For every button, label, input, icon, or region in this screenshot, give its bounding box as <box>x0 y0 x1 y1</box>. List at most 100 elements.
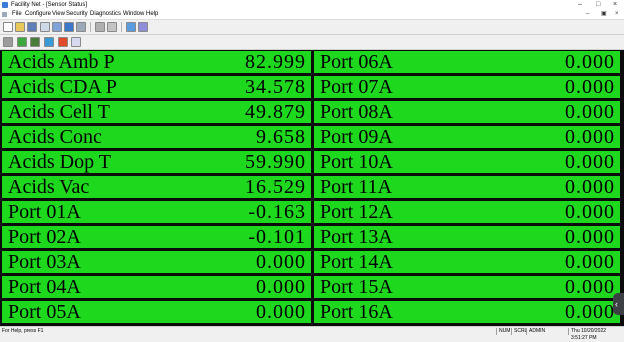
new-icon[interactable] <box>3 22 13 32</box>
sensor-value: 16.529 <box>245 176 306 198</box>
chevron-left-icon: ‹ <box>615 299 618 309</box>
child-restore-button[interactable]: ▣ <box>601 10 607 19</box>
sensor-name: Port 14A <box>320 251 393 273</box>
sensor-name: Port 09A <box>320 126 393 148</box>
sensor-value: 82.999 <box>245 51 306 73</box>
menu-diagnostics[interactable]: Diagnostics <box>90 10 121 19</box>
sensor-name: Port 02A <box>8 226 81 248</box>
sensor-cell[interactable]: Port 01A -0.163 <box>2 201 311 223</box>
user-indicator: ADMIN <box>526 328 545 335</box>
sensor-name: Acids CDA P <box>8 76 117 98</box>
network-icon[interactable] <box>107 22 117 32</box>
main-toolbar <box>0 20 624 35</box>
child-minimize-button[interactable]: – <box>586 10 589 19</box>
sensor-name: Port 13A <box>320 226 393 248</box>
toolbar-separator <box>121 22 122 32</box>
sensor-cell[interactable]: Port 16A 0.000 <box>314 301 620 323</box>
stack-icon[interactable] <box>126 22 136 32</box>
title-bar: Facility Net - [Sensor Status] – □ × <box>0 0 624 10</box>
num-lock-indicator: NUM <box>496 328 510 335</box>
menu-view[interactable]: View <box>52 10 65 19</box>
sensor-value: -0.163 <box>248 201 306 223</box>
sensor-cell[interactable]: Port 10A 0.000 <box>314 151 620 173</box>
printer-icon[interactable] <box>3 37 13 47</box>
sensor-value: 0.000 <box>565 76 615 98</box>
sensor-name: Port 06A <box>320 51 393 73</box>
paste-icon[interactable] <box>64 22 74 32</box>
sensor-name: Port 07A <box>320 76 393 98</box>
sensor-name: Port 15A <box>320 276 393 298</box>
menu-file[interactable]: File <box>12 10 22 19</box>
sensor-cell[interactable]: Port 03A 0.000 <box>2 251 311 273</box>
toolbar-separator <box>90 22 91 32</box>
sensor-cell[interactable]: Port 11A 0.000 <box>314 176 620 198</box>
sensor-name: Port 04A <box>8 276 81 298</box>
sensor-cell[interactable]: Acids Conc 9.658 <box>2 126 311 148</box>
close-button[interactable]: × <box>613 0 617 10</box>
sensor-name: Port 03A <box>8 251 81 273</box>
sensor-cell[interactable]: Port 13A 0.000 <box>314 226 620 248</box>
graph-icon[interactable] <box>95 22 105 32</box>
sensor-name: Port 05A <box>8 301 81 323</box>
sensor-value: 0.000 <box>565 51 615 73</box>
cut-icon[interactable] <box>40 22 50 32</box>
secondary-toolbar <box>0 35 624 50</box>
sensor-value: -0.101 <box>248 226 306 248</box>
sensor-value: 0.000 <box>256 251 306 273</box>
about-icon[interactable] <box>138 22 148 32</box>
sensor-value: 0.000 <box>565 126 615 148</box>
sensor-name: Acids Vac <box>8 176 90 198</box>
sensor-value: 59.990 <box>245 151 306 173</box>
sensor-name: Port 01A <box>8 201 81 223</box>
help-icon[interactable] <box>71 37 81 47</box>
document-icon <box>2 12 7 17</box>
sensor-cell[interactable]: Port 05A 0.000 <box>2 301 311 323</box>
sensor-value: 0.000 <box>565 276 615 298</box>
sensor-cell[interactable]: Acids Vac 16.529 <box>2 176 311 198</box>
sensor-cell[interactable]: Acids Amb P 82.999 <box>2 51 311 73</box>
table-icon[interactable] <box>17 37 27 47</box>
copy-icon[interactable] <box>52 22 62 32</box>
sensor-cell[interactable]: Port 08A 0.000 <box>314 101 620 123</box>
menu-window[interactable]: Window <box>123 10 144 19</box>
sensor-value: 0.000 <box>565 151 615 173</box>
sensor-cell[interactable]: Port 06A 0.000 <box>314 51 620 73</box>
sensor-cell[interactable]: Port 02A -0.101 <box>2 226 311 248</box>
maximize-button[interactable]: □ <box>596 0 600 10</box>
menu-security[interactable]: Security <box>66 10 88 19</box>
sensor-value: 49.879 <box>245 101 306 123</box>
menu-help[interactable]: Help <box>146 10 158 19</box>
sensor-cell[interactable]: Port 09A 0.000 <box>314 126 620 148</box>
sensor-cell[interactable]: Acids Dop T 59.990 <box>2 151 311 173</box>
minimize-button[interactable]: – <box>578 0 582 10</box>
download-icon[interactable] <box>30 37 40 47</box>
sensor-value: 0.000 <box>256 276 306 298</box>
sensor-cell[interactable]: Acids CDA P 34.578 <box>2 76 311 98</box>
sensor-cell[interactable]: Acids Cell T 49.879 <box>2 101 311 123</box>
child-close-button[interactable]: × <box>615 10 619 19</box>
sensor-name: Port 08A <box>320 101 393 123</box>
sensor-cell[interactable]: Port 04A 0.000 <box>2 276 311 298</box>
sensor-cell[interactable]: Port 14A 0.000 <box>314 251 620 273</box>
sensor-value: 0.000 <box>256 301 306 323</box>
sensor-value: 0.000 <box>565 176 615 198</box>
sensor-cell[interactable]: Port 15A 0.000 <box>314 276 620 298</box>
sensor-cell[interactable]: Port 07A 0.000 <box>314 76 620 98</box>
open-icon[interactable] <box>15 22 25 32</box>
export-icon[interactable] <box>44 37 54 47</box>
sensor-name: Acids Conc <box>8 126 102 148</box>
sensor-name: Acids Amb P <box>8 51 115 73</box>
save-icon[interactable] <box>27 22 37 32</box>
sensor-name: Port 12A <box>320 201 393 223</box>
scroll-handle[interactable]: ‹ <box>613 293 624 315</box>
sensor-name: Port 10A <box>320 151 393 173</box>
sensor-cell[interactable]: Port 12A 0.000 <box>314 201 620 223</box>
menu-configure[interactable]: Configure <box>25 10 51 19</box>
print-icon[interactable] <box>76 22 86 32</box>
refresh-icon[interactable] <box>58 37 68 47</box>
sensor-value: 34.578 <box>245 76 306 98</box>
datetime-indicator: Thu 10/20/2022 3:51:27 PM <box>568 328 624 341</box>
scroll-lock-indicator: SCRL <box>511 328 527 335</box>
sensor-name: Port 16A <box>320 301 393 323</box>
sensor-value: 0.000 <box>565 251 615 273</box>
